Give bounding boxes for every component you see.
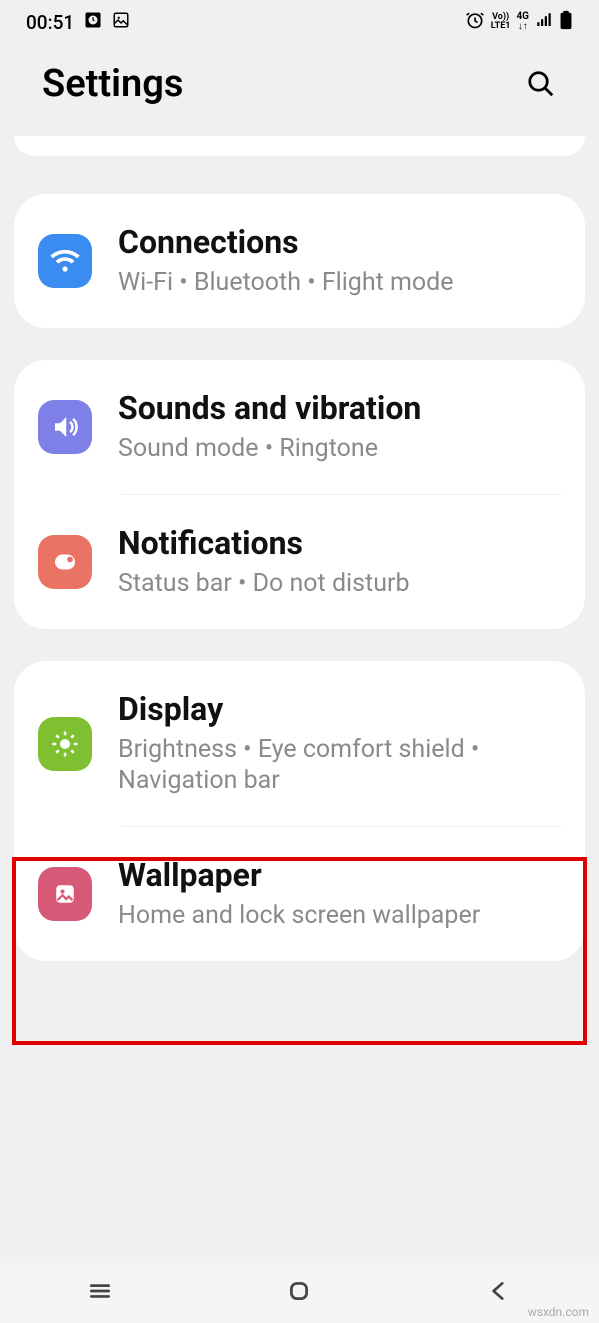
status-bar: 00:51 Vo))LTE1 4G↓↑ bbox=[0, 0, 599, 44]
status-time: 00:51 bbox=[26, 11, 74, 34]
row-title: Notifications bbox=[118, 525, 561, 562]
row-subtitle: Home and lock screen wallpaper bbox=[118, 900, 561, 931]
settings-group-connections: Connections Wi-Fi • Bluetooth • Flight m… bbox=[14, 194, 585, 328]
row-subtitle: Wi-Fi • Bluetooth • Flight mode bbox=[118, 267, 561, 298]
android-navbar bbox=[0, 1263, 599, 1323]
clock-app-icon bbox=[84, 11, 102, 34]
row-title: Connections bbox=[118, 224, 561, 261]
search-button[interactable] bbox=[525, 68, 557, 100]
previous-card-edge bbox=[14, 136, 585, 156]
row-title: Wallpaper bbox=[118, 857, 561, 894]
alarm-icon bbox=[465, 10, 485, 35]
nav-back-button[interactable] bbox=[486, 1278, 512, 1308]
settings-row-wallpaper[interactable]: Wallpaper Home and lock screen wallpaper bbox=[14, 827, 585, 961]
signal-icon bbox=[535, 11, 553, 34]
row-subtitle: Brightness • Eye comfort shield • Naviga… bbox=[118, 734, 561, 797]
sound-icon bbox=[38, 400, 92, 454]
row-title: Sounds and vibration bbox=[118, 390, 561, 427]
notifications-icon bbox=[38, 535, 92, 589]
settings-row-notifications[interactable]: Notifications Status bar • Do not distur… bbox=[14, 495, 585, 629]
nav-recents-button[interactable] bbox=[87, 1278, 113, 1308]
wifi-icon bbox=[38, 234, 92, 288]
brightness-icon bbox=[38, 717, 92, 771]
nav-home-button[interactable] bbox=[286, 1278, 312, 1308]
watermark: wsxdn.com bbox=[528, 1305, 589, 1319]
settings-group-sound-notif: Sounds and vibration Sound mode • Ringto… bbox=[14, 360, 585, 629]
app-header: Settings bbox=[0, 44, 599, 136]
row-subtitle: Status bar • Do not disturb bbox=[118, 568, 561, 599]
network-4g-icon: 4G↓↑ bbox=[516, 12, 529, 32]
search-icon bbox=[526, 69, 556, 99]
settings-row-display[interactable]: Display Brightness • Eye comfort shield … bbox=[14, 661, 585, 826]
image-icon bbox=[112, 11, 130, 34]
settings-row-connections[interactable]: Connections Wi-Fi • Bluetooth • Flight m… bbox=[14, 194, 585, 328]
row-title: Display bbox=[118, 691, 561, 728]
settings-row-sounds[interactable]: Sounds and vibration Sound mode • Ringto… bbox=[14, 360, 585, 494]
battery-icon bbox=[559, 10, 573, 35]
row-subtitle: Sound mode • Ringtone bbox=[118, 433, 561, 464]
wallpaper-icon bbox=[38, 867, 92, 921]
settings-group-display-wallpaper: Display Brightness • Eye comfort shield … bbox=[14, 661, 585, 961]
page-title: Settings bbox=[42, 62, 183, 106]
volte-icon: Vo))LTE1 bbox=[491, 13, 511, 31]
